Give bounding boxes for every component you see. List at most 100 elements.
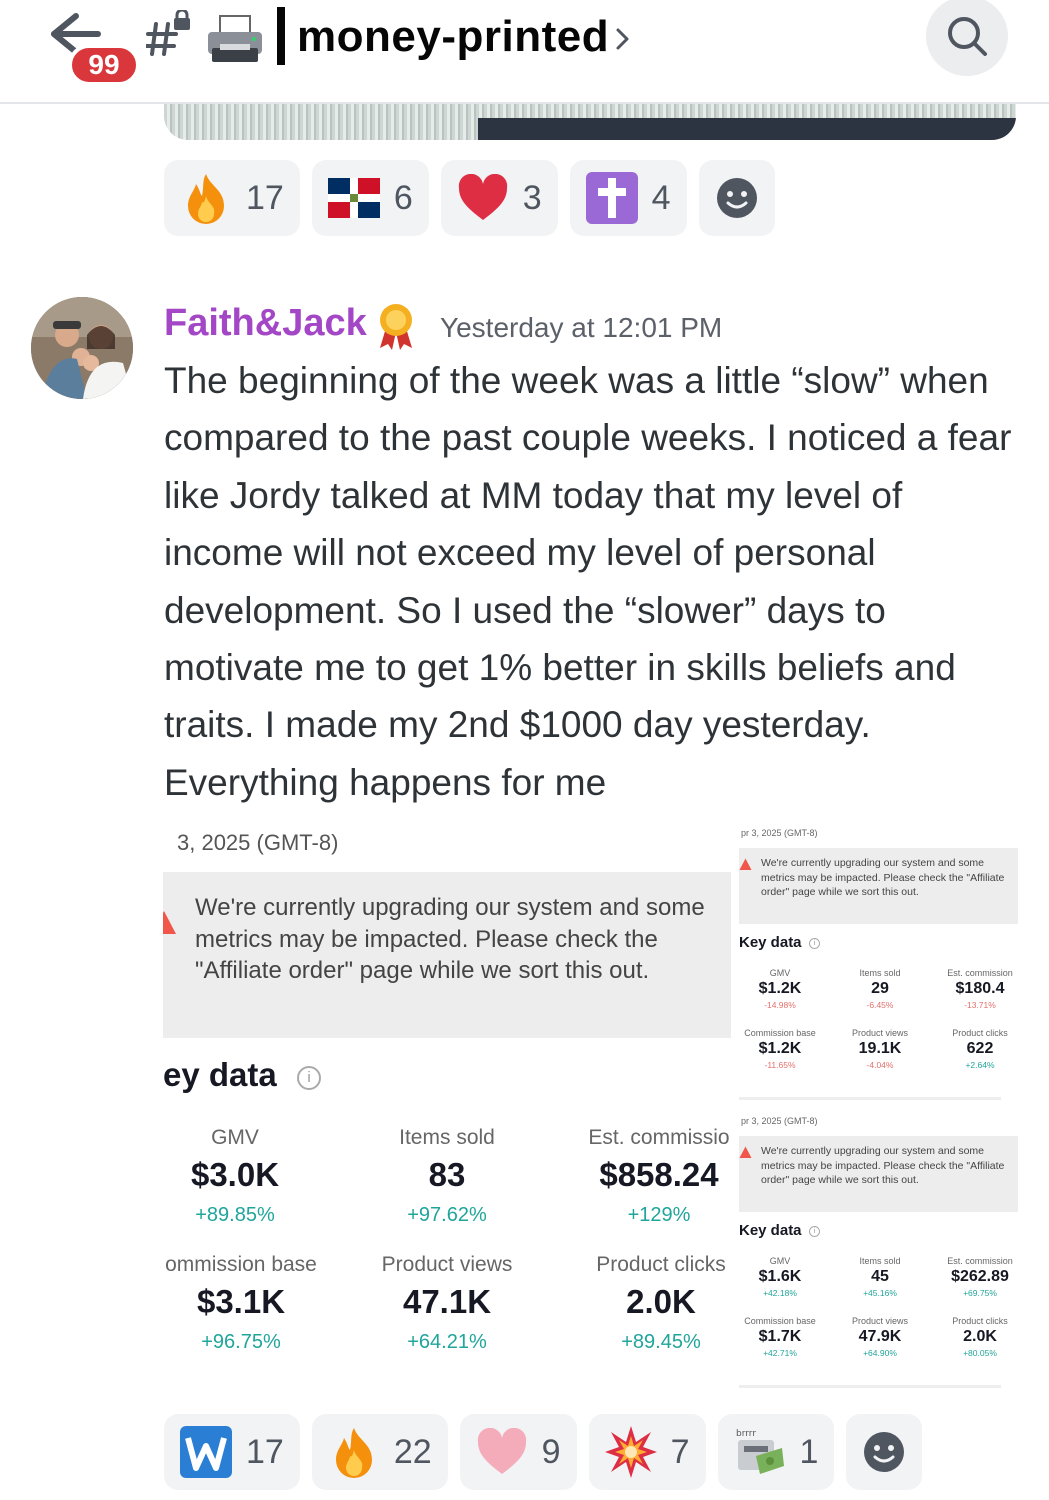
metric-est-commission: Est. commission $262.89 +69.75%: [935, 1256, 1018, 1298]
smiley-icon: [716, 178, 757, 218]
unread-badge: 99: [68, 44, 140, 86]
metric-label: Est. commissio: [588, 1126, 730, 1149]
metric-change: +64.90%: [863, 1348, 897, 1358]
metric-value: 2.0K: [626, 1283, 696, 1320]
metric-change: +89.45%: [621, 1331, 701, 1353]
metric-value: $262.89: [951, 1268, 1009, 1285]
avatar[interactable]: [31, 297, 133, 399]
metric-value: $1.6K: [758, 1268, 802, 1285]
printer-icon: [208, 15, 262, 62]
channel-header: 99 money-printed: [0, 0, 1049, 104]
info-icon: i: [809, 1226, 820, 1237]
system-alert: We're currently upgrading our system and…: [163, 872, 731, 1038]
metric-change: +69.75%: [963, 1288, 997, 1298]
attachment-image-a[interactable]: pr 3, 2025 (GMT-8) We're currently upgra…: [739, 824, 1018, 1102]
info-icon: i: [809, 938, 820, 949]
reaction-count: 3: [522, 178, 542, 217]
metric-items-sold: Items sold 83 +97.62%: [359, 1126, 535, 1227]
metric-items-sold: Items sold 45 +45.16%: [839, 1256, 921, 1298]
attachment-image-main[interactable]: 3, 2025 (GMT-8) We're currently upgradin…: [163, 818, 731, 1378]
fire-icon: [180, 172, 232, 224]
metric-gmv: GMV $1.2K -14.98%: [739, 968, 821, 1010]
metric-change: +80.05%: [963, 1348, 997, 1358]
metric-gmv: GMV $3.0K +89.85%: [163, 1126, 307, 1227]
metric-value: 47.9K: [858, 1328, 902, 1345]
key-data-title: ey data: [163, 1056, 277, 1093]
metric-change: +96.75%: [201, 1331, 281, 1353]
alert-text: We're currently upgrading our system and…: [761, 1145, 1005, 1186]
locked-channel-icon: [146, 10, 190, 56]
reaction-explosion[interactable]: 7: [588, 1414, 706, 1490]
message-author[interactable]: Faith&Jack: [164, 302, 367, 345]
reaction-bar-previous: 17 6 3 4: [164, 160, 775, 236]
metric-change: +45.16%: [863, 1288, 897, 1298]
metric-change: -14.98%: [764, 1000, 796, 1010]
metric-label: Items sold: [399, 1126, 495, 1149]
attachment-image-b[interactable]: pr 3, 2025 (GMT-8) We're currently upgra…: [739, 1112, 1018, 1390]
chevron-right-icon[interactable]: [612, 26, 632, 52]
metric-product-clicks: Product clicks 2.0K +89.45%: [573, 1253, 731, 1354]
message-body: The beginning of the week was a little “…: [164, 360, 1012, 803]
reaction-count: 6: [393, 178, 413, 217]
metric-label: GMV: [769, 1256, 791, 1266]
reaction-dominican-flag[interactable]: 6: [311, 160, 429, 236]
metric-change: +42.18%: [763, 1288, 797, 1298]
metric-label: Product views: [381, 1253, 513, 1276]
metric-commission-base: Commission base $1.7K +42.71%: [739, 1316, 821, 1358]
smiley-icon: [864, 1432, 905, 1472]
pink-heart-icon: [476, 1426, 528, 1478]
latin-cross-icon: [585, 172, 638, 224]
metric-value: 2.0K: [963, 1328, 997, 1345]
metric-change: -13.71%: [964, 1000, 996, 1010]
warning-icon: [163, 911, 176, 934]
metric-label: ommission base: [165, 1253, 317, 1276]
metric-label: Product views: [851, 1316, 909, 1326]
dominican-flag-icon: [327, 172, 380, 224]
metric-label: Est. commission: [947, 1256, 1013, 1266]
reaction-pink-heart[interactable]: 9: [459, 1414, 577, 1490]
divider: [739, 1385, 1001, 1388]
warning-icon: [739, 1146, 752, 1158]
metric-est-commission: Est. commission $180.4 -13.71%: [935, 968, 1018, 1010]
divider: [739, 1097, 1001, 1100]
message-timestamp: Yesterday at 12:01 PM: [440, 312, 723, 343]
reaction-count: 4: [651, 178, 671, 217]
metric-product-views: Product views 19.1K -4.04%: [839, 1028, 921, 1070]
metric-change: +42.71%: [763, 1348, 797, 1358]
reaction-count: 17: [246, 178, 284, 217]
metric-commission-base: Commission base $1.2K -11.65%: [739, 1028, 821, 1070]
previous-attachment-image[interactable]: [164, 104, 1016, 140]
metric-value: 47.1K: [402, 1283, 492, 1320]
reaction-count: 22: [393, 1432, 432, 1471]
metric-value: 29: [871, 980, 889, 997]
metric-label: Commission base: [744, 1028, 816, 1038]
reaction-latin-cross[interactable]: 4: [569, 160, 687, 236]
metric-value: $3.0K: [190, 1156, 280, 1193]
metric-value: $1.2K: [758, 980, 802, 997]
reaction-money-printer[interactable]: brrrr 1: [717, 1414, 835, 1490]
metric-gmv: GMV $1.6K +42.18%: [739, 1256, 821, 1298]
reaction-fire[interactable]: 22: [311, 1414, 448, 1490]
reaction-letter-w[interactable]: 17: [164, 1414, 300, 1490]
metric-product-views: Product views 47.1K +64.21%: [359, 1253, 535, 1354]
channel-name[interactable]: money-printed: [297, 12, 609, 62]
add-reaction-button[interactable]: [846, 1414, 923, 1490]
metric-product-clicks: Product clicks 2.0K +80.05%: [935, 1316, 1018, 1358]
metric-value: $180.4: [955, 980, 1005, 997]
metric-change: +64.21%: [407, 1331, 487, 1353]
metric-est-commission: Est. commissio $858.24 +129%: [569, 1126, 731, 1227]
reaction-count: 7: [670, 1432, 690, 1471]
award-ribbon-icon: [380, 304, 412, 350]
reaction-fire[interactable]: 17: [164, 160, 300, 236]
metric-label: Product views: [851, 1028, 909, 1038]
metric-value: 19.1K: [858, 1040, 902, 1057]
key-data-title: Key data: [739, 934, 802, 951]
metric-change: -4.04%: [866, 1060, 894, 1070]
search-button[interactable]: [926, 0, 1008, 76]
add-reaction-button[interactable]: [698, 160, 775, 236]
metric-change: +89.85%: [195, 1204, 275, 1226]
metric-label: GMV: [769, 968, 791, 978]
letter-w-icon: [180, 1426, 232, 1478]
svg-text:brrrr: brrrr: [736, 1429, 756, 1439]
reaction-red-heart[interactable]: 3: [440, 160, 558, 236]
